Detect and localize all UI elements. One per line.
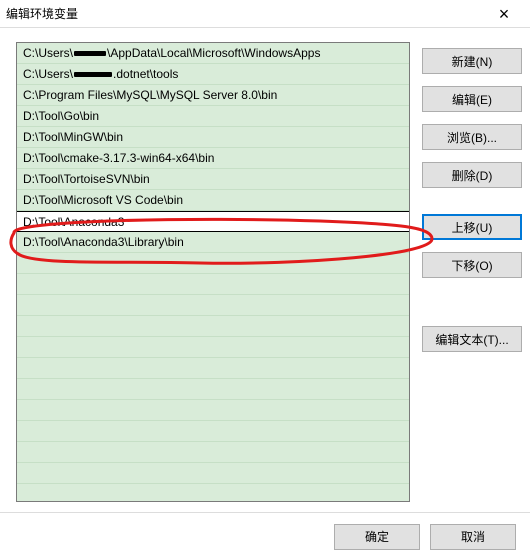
path-row[interactable]: D:\Tool\cmake-3.17.3-win64-x64\bin bbox=[17, 148, 409, 169]
window-title: 编辑环境变量 bbox=[6, 5, 484, 22]
path-row[interactable]: C:\Users\.dotnet\tools bbox=[17, 64, 409, 85]
footer: 确定 取消 bbox=[0, 512, 530, 560]
move-down-button[interactable]: 下移(O) bbox=[422, 252, 522, 278]
path-row[interactable]: D:\Tool\Anaconda3 bbox=[17, 211, 409, 232]
path-row-empty[interactable] bbox=[17, 421, 409, 442]
path-row[interactable]: D:\Tool\Anaconda3\Library\bin bbox=[17, 232, 409, 253]
path-row-empty[interactable] bbox=[17, 400, 409, 421]
path-row-empty[interactable] bbox=[17, 442, 409, 463]
path-row-empty[interactable] bbox=[17, 463, 409, 484]
path-row[interactable]: D:\Tool\TortoiseSVN\bin bbox=[17, 169, 409, 190]
path-row-empty[interactable] bbox=[17, 358, 409, 379]
delete-button[interactable]: 删除(D) bbox=[422, 162, 522, 188]
path-row-empty[interactable] bbox=[17, 316, 409, 337]
redacted-text bbox=[74, 51, 106, 56]
path-row-empty[interactable] bbox=[17, 379, 409, 400]
client-area: C:\Users\\AppData\Local\Microsoft\Window… bbox=[0, 28, 530, 512]
path-row[interactable]: D:\Tool\MinGW\bin bbox=[17, 127, 409, 148]
path-row-empty[interactable] bbox=[17, 337, 409, 358]
side-buttons: 新建(N) 编辑(E) 浏览(B)... 删除(D) 上移(U) 下移(O) 编… bbox=[422, 42, 522, 502]
browse-button[interactable]: 浏览(B)... bbox=[422, 124, 522, 150]
path-row[interactable]: C:\Program Files\MySQL\MySQL Server 8.0\… bbox=[17, 85, 409, 106]
ok-button[interactable]: 确定 bbox=[334, 524, 420, 550]
path-row[interactable]: D:\Tool\Microsoft VS Code\bin bbox=[17, 190, 409, 211]
path-list[interactable]: C:\Users\\AppData\Local\Microsoft\Window… bbox=[16, 42, 410, 502]
cancel-button[interactable]: 取消 bbox=[430, 524, 516, 550]
edit-button[interactable]: 编辑(E) bbox=[422, 86, 522, 112]
path-row[interactable]: C:\Users\\AppData\Local\Microsoft\Window… bbox=[17, 43, 409, 64]
move-up-button[interactable]: 上移(U) bbox=[422, 214, 522, 240]
path-row-empty[interactable] bbox=[17, 295, 409, 316]
path-row-empty[interactable] bbox=[17, 253, 409, 274]
redacted-text bbox=[74, 72, 112, 77]
edit-text-button[interactable]: 编辑文本(T)... bbox=[422, 326, 522, 352]
close-icon[interactable]: × bbox=[484, 5, 524, 23]
path-row[interactable]: D:\Tool\Go\bin bbox=[17, 106, 409, 127]
titlebar: 编辑环境变量 × bbox=[0, 0, 530, 28]
path-row-empty[interactable] bbox=[17, 274, 409, 295]
new-button[interactable]: 新建(N) bbox=[422, 48, 522, 74]
